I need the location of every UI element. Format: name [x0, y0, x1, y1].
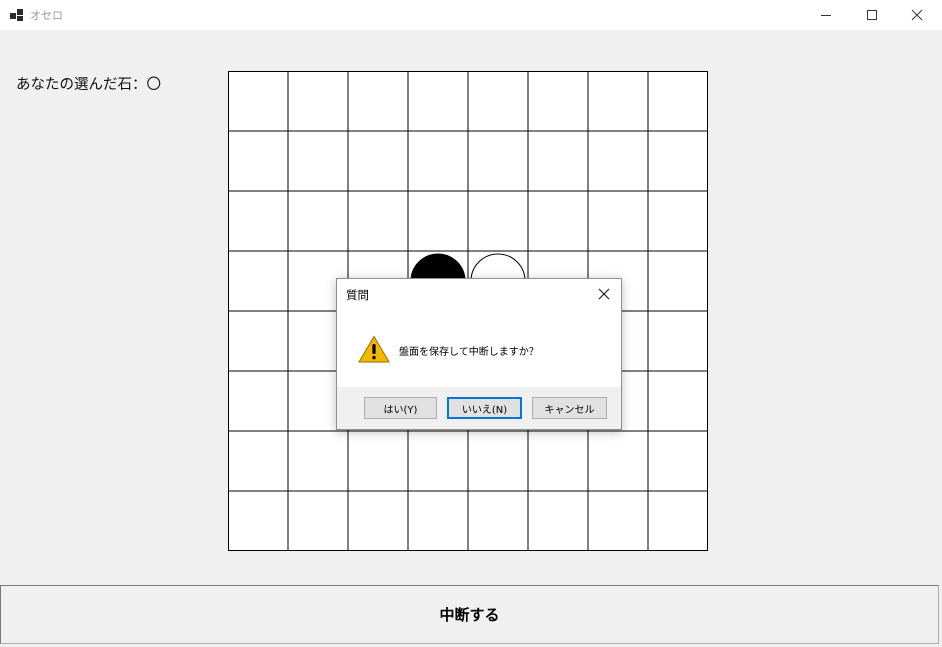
title-bar: オセロ — [0, 0, 942, 30]
minimize-button[interactable] — [803, 0, 849, 30]
cancel-button[interactable]: キャンセル — [532, 397, 607, 419]
yes-button[interactable]: はい(Y) — [364, 397, 437, 419]
minimize-icon — [821, 15, 831, 16]
window-title: オセロ — [30, 9, 63, 22]
app-icon — [10, 9, 24, 21]
suspend-button[interactable]: 中断する — [0, 585, 939, 644]
maximize-icon — [867, 10, 877, 20]
selected-stone-label: あなたの選んだ石：〇 — [16, 77, 161, 93]
confirm-dialog: 質問 盤面を保存して中断しますか？ はい(Y) いいえ(N) キャンセル — [336, 278, 622, 430]
maximize-button[interactable] — [849, 0, 895, 30]
close-icon — [911, 9, 923, 21]
dialog-message: 盤面を保存して中断しますか？ — [399, 347, 539, 358]
close-icon — [598, 288, 610, 300]
no-button[interactable]: いいえ(N) — [447, 397, 522, 419]
warning-icon — [358, 335, 390, 363]
close-button[interactable] — [894, 0, 940, 30]
dialog-title: 質問 — [346, 288, 369, 302]
dialog-button-bar: はい(Y) いいえ(N) キャンセル — [337, 387, 621, 429]
dialog-close-button[interactable] — [593, 284, 615, 304]
